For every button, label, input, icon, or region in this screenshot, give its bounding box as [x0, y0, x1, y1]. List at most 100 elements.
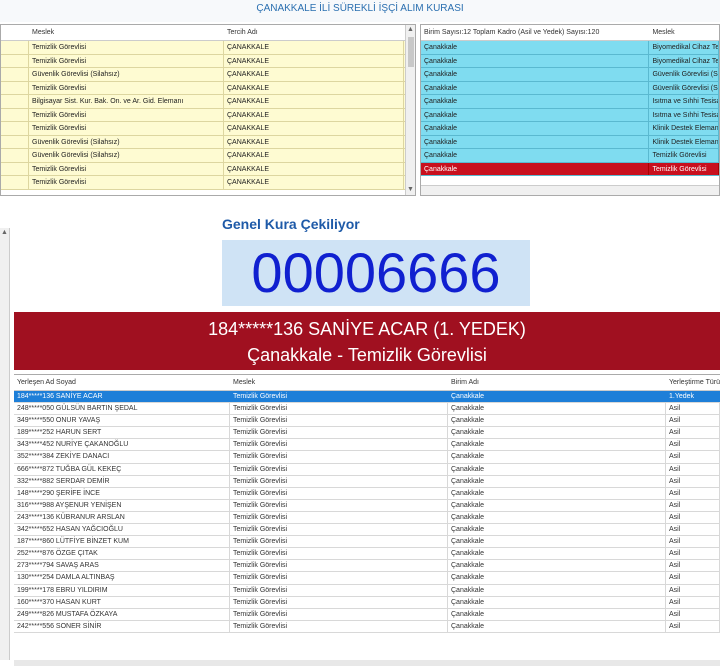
table-cell: 249*****826 MUSTAFA ÖZKAYA [14, 608, 230, 620]
table-cell: Temizlik Görevlisi [230, 584, 448, 596]
table-cell: Asil [666, 536, 720, 548]
table-cell: Asil [666, 487, 720, 499]
table-row[interactable]: Güvenlik Görevlisi (Silahsız) ÇANAKKALE [1, 135, 415, 149]
table-row[interactable]: ÇanakkaleBiyomedikal Cihaz Tekn [421, 41, 719, 55]
scroll-up-icon[interactable]: ▲ [0, 228, 9, 238]
table-row[interactable]: ÇanakkaleKlinik Destek Elemanı (I [421, 135, 719, 149]
table-cell: Temizlik Görevlisi [230, 608, 448, 620]
column-header-birim[interactable]: Birim Adı [448, 375, 666, 390]
table-row[interactable]: Temizlik Görevlisi ÇANAKKALE [1, 176, 415, 190]
table-row[interactable]: 187*****860 LÜTFİYE BİNZET KUM Temizlik G… [14, 536, 720, 549]
table-cell: Çanakkale [448, 536, 666, 548]
table-row[interactable]: 189*****252 HARUN SERT Temizlik Görevlisi… [14, 427, 720, 440]
table-cell: Klinik Destek Elemanı (I [649, 135, 719, 148]
table-cell [1, 176, 29, 189]
table-row[interactable]: 342*****652 HASAN YAĞCIOĞLU Temizlik Göre… [14, 524, 720, 537]
table-row[interactable]: Temizlik Görevlisi ÇANAKKALE [1, 122, 415, 136]
table-cell [1, 108, 29, 121]
table-row[interactable]: 243*****136 KÜBRANUR ARSLAN Temizlik Göre… [14, 511, 720, 525]
results-grid[interactable]: Yerleşen Ad Soyad Meslek Birim Adı Yerle… [14, 374, 720, 666]
preferences-grid[interactable]: Meslek Tercih Adı Temizlik Görevlisi ÇANA… [0, 24, 416, 196]
scroll-up-icon[interactable]: ▲ [406, 25, 415, 35]
table-row[interactable]: ÇanakkaleBiyomedikal Cihaz Tekn [421, 54, 719, 68]
table-row[interactable]: ÇanakkaleKlinik Destek Elemanı (I [421, 122, 719, 136]
table-row[interactable]: Çanakkale Güvenlik Görevlisi (Sila [421, 68, 719, 82]
table-cell: ÇANAKKALE [224, 81, 404, 94]
table-cell: Klinik Destek Elemanı (I [649, 122, 719, 135]
table-row[interactable]: 332*****882 SERDAR DEMİR Temizlik Görevli… [14, 475, 720, 488]
table-cell: Çanakkale [448, 620, 666, 632]
table-cell: Güvenlik Görevlisi (Silahsız) [29, 149, 224, 162]
table-cell: 316*****988 AYŞENUR YENİŞEN [14, 499, 230, 511]
table-cell: Asil [666, 475, 720, 487]
table-row[interactable]: 184*****136 SANİYE ACAR Temizlik Görevlis… [14, 391, 720, 404]
column-header-index[interactable] [1, 25, 29, 40]
table-row[interactable]: 130*****254 DAMLA ALTINBAŞ Temizlik Görev… [14, 572, 720, 585]
table-row[interactable]: Çanakkale Temizlik Görevlisi [421, 162, 719, 176]
table-row[interactable]: 148*****290 ŞERİFE İNCE Temizlik Görevlis… [14, 487, 720, 500]
table-cell: Çanakkale [421, 162, 650, 175]
table-row[interactable]: 249*****826 MUSTAFA ÖZKAYA Temizlik Görev… [14, 608, 720, 621]
table-row[interactable]: 252*****876 ÖZGE ÇITAK Temizlik Görevlisi… [14, 548, 720, 561]
table-row[interactable]: 242*****556 SONER SİNİR Temizlik Görevlis… [14, 620, 720, 633]
table-row[interactable]: Temizlik Görevlisi ÇANAKKALE [1, 54, 415, 68]
table-row[interactable]: Güvenlik Görevlisi (Silahsız) ÇANAKKALE [1, 68, 415, 82]
column-header-tercih[interactable]: Tercih Adı [224, 25, 404, 40]
draw-number: 00006666 [251, 241, 501, 304]
table-cell [1, 122, 29, 135]
table-cell: Asil [666, 451, 720, 463]
table-cell: Asil [666, 439, 720, 451]
table-row[interactable]: Bilgisayar Sist. Kur. Bak. On. ve Ar. Gi… [1, 95, 415, 109]
column-header-tur[interactable]: Yerleştirme Türü [666, 375, 720, 390]
table-cell: 243*****136 KÜBRANUR ARSLAN [14, 511, 230, 524]
table-cell: 148*****290 ŞERİFE İNCE [14, 487, 230, 499]
table-row[interactable]: Temizlik Görevlisi ÇANAKKALE [1, 162, 415, 176]
table-cell: Asil [666, 499, 720, 511]
table-cell: Temizlik Görevlisi [230, 427, 448, 439]
table-row[interactable]: Temizlik Görevlisi ÇANAKKALE [1, 108, 415, 122]
table-cell: Asil [666, 584, 720, 596]
preferences-grid-scrollbar[interactable]: ▲ ▼ [405, 25, 415, 195]
column-header-meslek[interactable]: Meslek [230, 375, 448, 390]
table-cell: Çanakkale [448, 560, 666, 572]
table-cell: Temizlik Görevlisi [230, 511, 448, 524]
results-grid-hscrollbar[interactable] [14, 660, 720, 666]
table-row[interactable]: Temizlik Görevlisi ÇANAKKALE [1, 81, 415, 95]
table-cell: Çanakkale [448, 511, 666, 524]
table-row[interactable]: 349*****550 ONUR YAVAŞ Temizlik Görevlisi… [14, 415, 720, 428]
table-cell: Temizlik Görevlisi [649, 149, 719, 162]
table-row[interactable]: 273*****794 SAVAŞ ARAS Temizlik Görevlisi… [14, 560, 720, 573]
table-cell: Isıtma ve Sıhhi Tesisatç [649, 108, 719, 121]
table-row[interactable]: Çanakkale Isıtma ve Sıhhi Tesisatç [421, 95, 719, 109]
results-grid-body: 184*****136 SANİYE ACAR Temizlik Görevlis… [14, 391, 720, 666]
table-cell: 187*****860 LÜTFİYE BİNZET KUM [14, 536, 230, 548]
units-grid[interactable]: Birim Sayısı:12 Toplam Kadro (Asil ve Ye… [420, 24, 720, 196]
table-row[interactable]: Güvenlik Görevlisi (Silahsız) ÇANAKKALE [1, 149, 415, 163]
left-scrollbar[interactable]: ▲ [0, 228, 10, 660]
table-cell: Temizlik Görevlisi [230, 475, 448, 487]
preferences-grid-header: Meslek Tercih Adı [1, 25, 415, 41]
scroll-thumb[interactable] [408, 37, 414, 67]
column-header-meslek[interactable]: Meslek [649, 25, 719, 40]
table-cell: Temizlik Görevlisi [230, 596, 448, 608]
table-row[interactable]: Çanakkale Temizlik Görevlisi [421, 149, 719, 163]
table-cell: Temizlik Görevlisi [230, 451, 448, 463]
scroll-down-icon[interactable]: ▼ [406, 185, 415, 195]
column-header-ad-soyad[interactable]: Yerleşen Ad Soyad [14, 375, 230, 390]
table-row[interactable]: 352*****384 ZEKİYE DANACI Temizlik Görevl… [14, 451, 720, 464]
table-row[interactable]: 316*****988 AYŞENUR YENİŞEN Temizlik Göre… [14, 499, 720, 512]
table-row[interactable]: Çanakkale Güvenlik Görevlisi (Sila [421, 81, 719, 95]
table-row[interactable]: 248*****050 GÜLSÜN BARTIN ŞEDAL Temizlik … [14, 403, 720, 416]
table-row[interactable]: Çanakkale Isıtma ve Sıhhi Tesisatç [421, 108, 719, 122]
table-row[interactable]: 666*****872 TUĞBA GÜL KEKEÇ Temizlik Göre… [14, 463, 720, 476]
table-row[interactable]: 343*****452 NURİYE ÇAKANOĞLU Temizlik Gör… [14, 439, 720, 452]
table-row[interactable]: Temizlik Görevlisi ÇANAKKALE [1, 41, 415, 55]
table-cell: 252*****876 ÖZGE ÇITAK [14, 548, 230, 560]
table-row[interactable]: 199*****178 EBRU YILDIRIM Temizlik Görevl… [14, 584, 720, 597]
table-row[interactable]: 160*****370 HASAN KURT Temizlik Görevlisi… [14, 596, 720, 609]
column-header-birim[interactable]: Birim Sayısı:12 Toplam Kadro (Asil ve Ye… [421, 25, 649, 40]
table-cell [1, 81, 29, 94]
column-header-meslek[interactable]: Meslek [29, 25, 224, 40]
units-grid-hscrollbar[interactable] [421, 185, 719, 195]
table-cell: 1.Yedek [666, 391, 720, 403]
